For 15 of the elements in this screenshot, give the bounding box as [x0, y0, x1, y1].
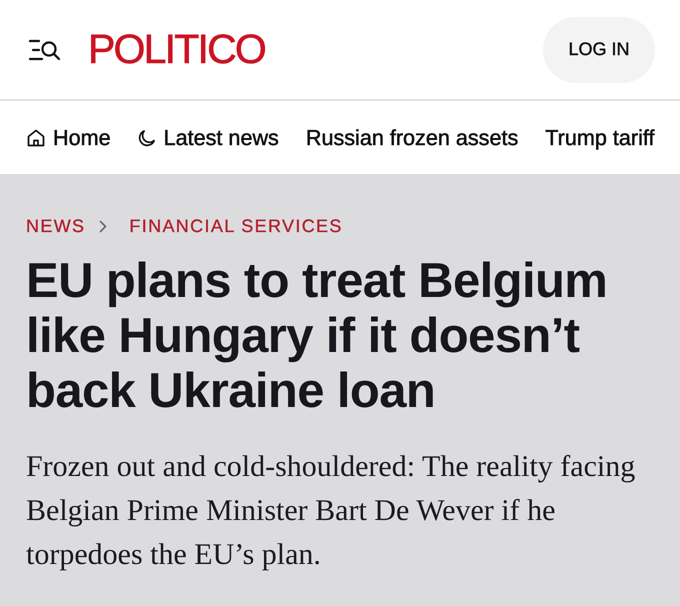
- nav-link[interactable]: Russian frozen assets: [306, 124, 518, 150]
- nav-link[interactable]: Home: [27, 124, 111, 150]
- breadcrumb-link[interactable]: NEWS: [26, 216, 86, 237]
- moon-icon: [138, 128, 156, 146]
- chevron-right-icon: [99, 220, 108, 233]
- nav-link[interactable]: Latest news: [138, 124, 279, 150]
- nav-link[interactable]: Trump tariff: [545, 124, 654, 150]
- breadcrumb-link[interactable]: FINANCIAL SERVICES: [129, 216, 343, 237]
- menu-search-button[interactable]: [28, 38, 61, 60]
- article-summary: Frozen out and cold-shouldered: The reality facing Belgian Prime Minister Bart De Wever if he torpedoes the EU’s plan.: [26, 449, 636, 573]
- politico-logo[interactable]: POLITICO: [88, 29, 265, 70]
- home-icon: [27, 128, 45, 146]
- menu-search-icon: [28, 38, 61, 60]
- article-headline: EU plans to treat Belgium like Hungary if it doesn’t back Ukraine loan: [26, 254, 608, 419]
- login-button[interactable]: LOG IN: [543, 16, 655, 82]
